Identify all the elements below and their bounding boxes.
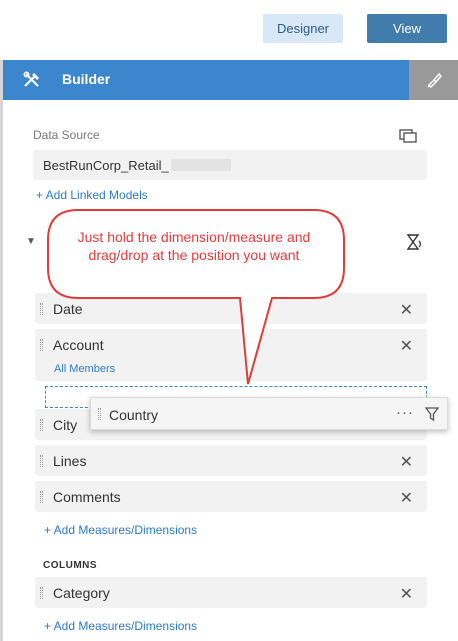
row-item-account[interactable]: Account All Members ✕ [35, 329, 427, 381]
all-members-link[interactable]: All Members [54, 363, 115, 375]
row-label: Date [53, 301, 83, 317]
tools-icon [23, 71, 39, 87]
column-item-category[interactable]: Category ✕ [35, 577, 427, 608]
row-item-date[interactable]: Date ✕ [35, 293, 427, 324]
row-item-comments[interactable]: Comments ✕ [35, 481, 427, 512]
row-item-lines[interactable]: Lines ✕ [35, 445, 427, 476]
more-options-icon[interactable]: ··· [396, 404, 414, 421]
drag-handle-icon[interactable] [40, 455, 43, 467]
add-linked-models-link[interactable]: + Add Linked Models [36, 188, 148, 202]
drag-handle-icon[interactable] [40, 303, 43, 315]
dragged-item-country[interactable]: Country ··· [90, 397, 448, 430]
remove-icon[interactable]: ✕ [400, 336, 413, 356]
top-toolbar: Designer View [0, 0, 458, 60]
add-measures-dimensions-columns[interactable]: + Add Measures/Dimensions [44, 619, 197, 633]
row-label: Lines [53, 453, 87, 469]
styling-tab[interactable] [409, 60, 458, 100]
dragged-label: Country [109, 407, 159, 423]
data-source-value: BestRunCorp_Retail_ [43, 157, 169, 173]
data-source-label: Data Source [33, 128, 100, 142]
data-source-field[interactable]: BestRunCorp_Retail_ [33, 150, 427, 180]
linked-models-icon[interactable] [399, 128, 417, 144]
collapse-arrow-icon[interactable]: ▼ [26, 236, 36, 247]
builder-title: Builder [62, 71, 111, 87]
row-label: Account [53, 337, 104, 353]
sort-icon[interactable] [405, 233, 423, 251]
column-label: Category [53, 585, 110, 601]
redacted-text [170, 159, 231, 171]
view-button[interactable]: View [367, 14, 447, 43]
remove-icon[interactable]: ✕ [400, 488, 413, 508]
drag-handle-icon[interactable] [40, 339, 43, 351]
drag-handle-icon[interactable] [40, 587, 43, 599]
remove-icon[interactable]: ✕ [400, 300, 413, 320]
filter-icon[interactable] [424, 406, 440, 422]
drag-handle-icon[interactable] [40, 491, 43, 503]
remove-icon[interactable]: ✕ [400, 584, 413, 604]
row-label: City [53, 417, 78, 433]
builder-tab[interactable]: Builder [3, 60, 409, 100]
add-measures-dimensions-rows[interactable]: + Add Measures/Dimensions [44, 523, 197, 537]
callout-text: Just hold the dimension/measure and drag… [77, 229, 311, 263]
drag-handle-icon[interactable] [98, 408, 101, 420]
remove-icon[interactable]: ✕ [400, 452, 413, 472]
columns-section-title: COLUMNS [43, 560, 98, 571]
paintbrush-icon [426, 72, 442, 89]
row-label: Comments [53, 489, 121, 505]
designer-button[interactable]: Designer [263, 14, 343, 43]
drag-handle-icon[interactable] [40, 419, 43, 431]
